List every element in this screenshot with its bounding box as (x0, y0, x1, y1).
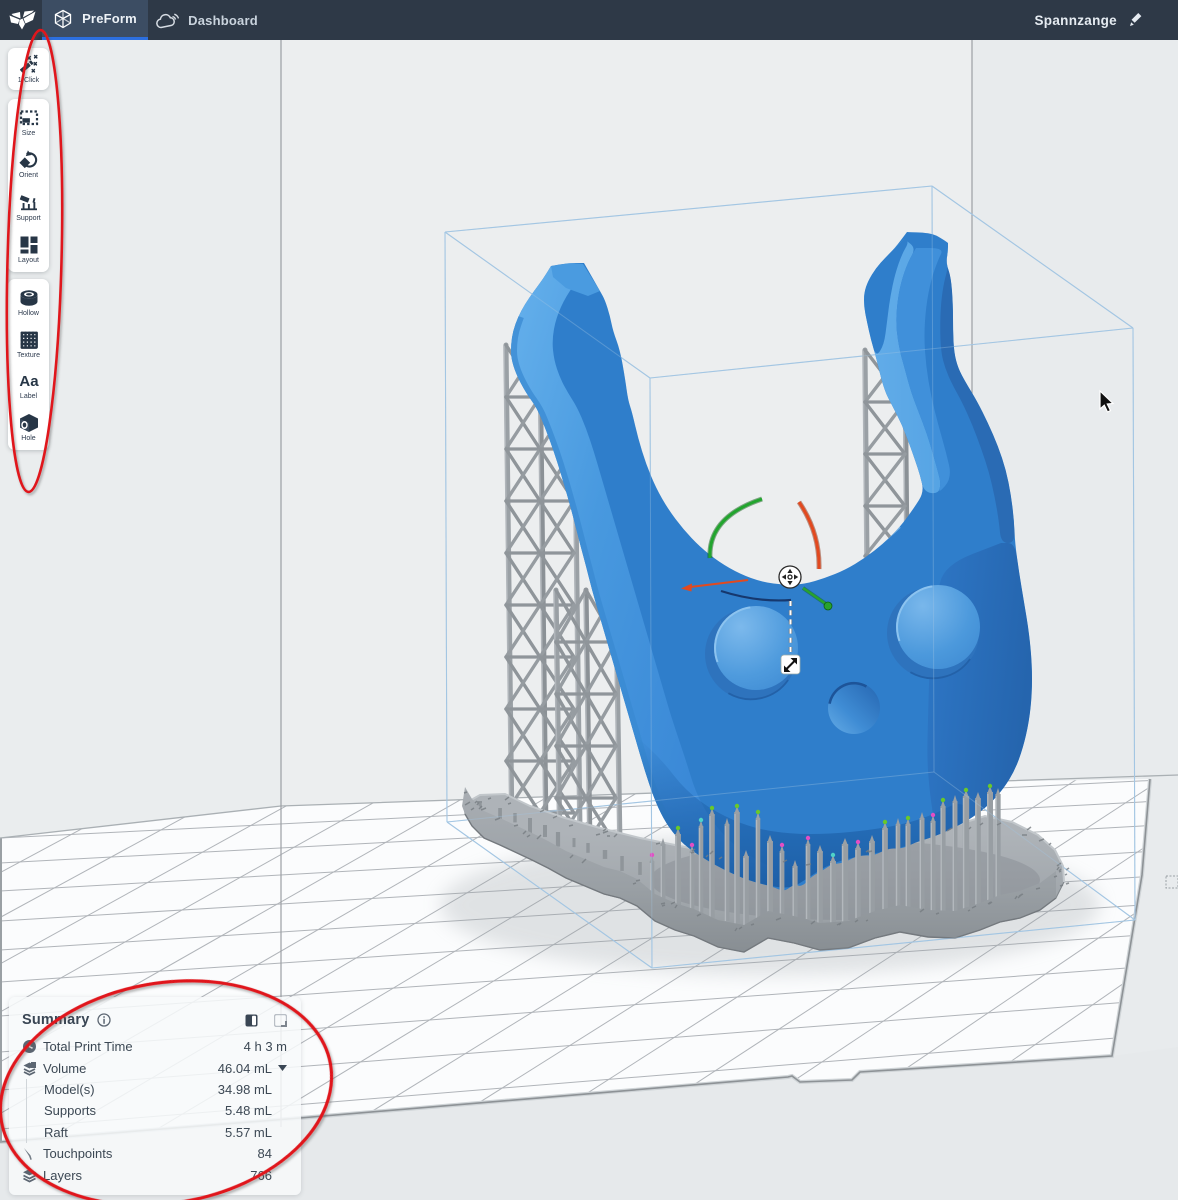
svg-text:Aa: Aa (19, 373, 39, 390)
